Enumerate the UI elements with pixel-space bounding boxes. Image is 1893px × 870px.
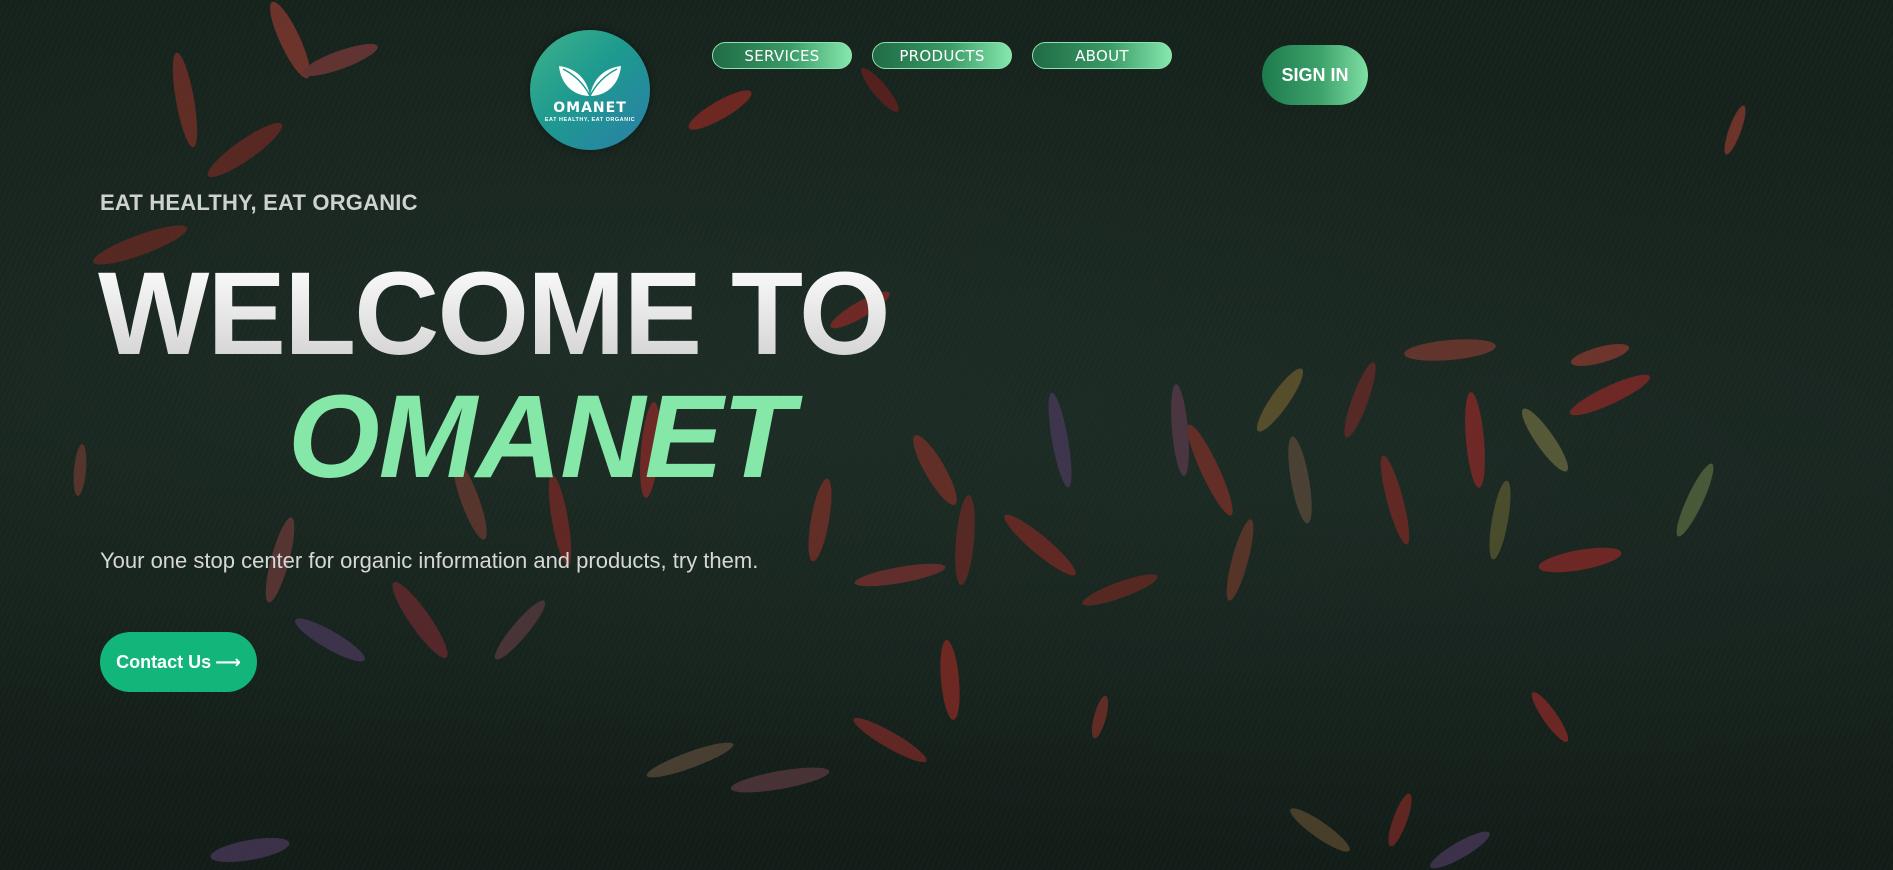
nav-services-button[interactable]: SERVICES	[712, 42, 852, 69]
hero-welcome-heading: WELCOME TO	[98, 248, 891, 380]
contact-us-label: Contact Us	[116, 651, 212, 672]
nav-about-button[interactable]: ABOUT	[1032, 42, 1172, 69]
leaf-icon	[559, 65, 621, 96]
contact-us-button[interactable]: Contact Us ⟶	[100, 632, 257, 692]
hero-tagline: EAT HEALTHY, EAT ORGANIC	[100, 190, 418, 215]
arrow-right-icon: ⟶	[215, 651, 241, 672]
omanet-logo[interactable]: OMANET EAT HEALTHY, EAT ORGANIC	[530, 30, 650, 150]
nav-products-button[interactable]: PRODUCTS	[872, 42, 1012, 69]
hero-description: Your one stop center for organic informa…	[100, 548, 759, 573]
logo-tagline: EAT HEALTHY, EAT ORGANIC	[544, 116, 636, 123]
sign-in-button[interactable]: SIGN IN	[1262, 45, 1368, 105]
logo-name: OMANET	[553, 99, 627, 116]
leaves-background-decoration	[73, 1, 1746, 869]
hero-brand-heading: OMANET	[288, 371, 794, 503]
